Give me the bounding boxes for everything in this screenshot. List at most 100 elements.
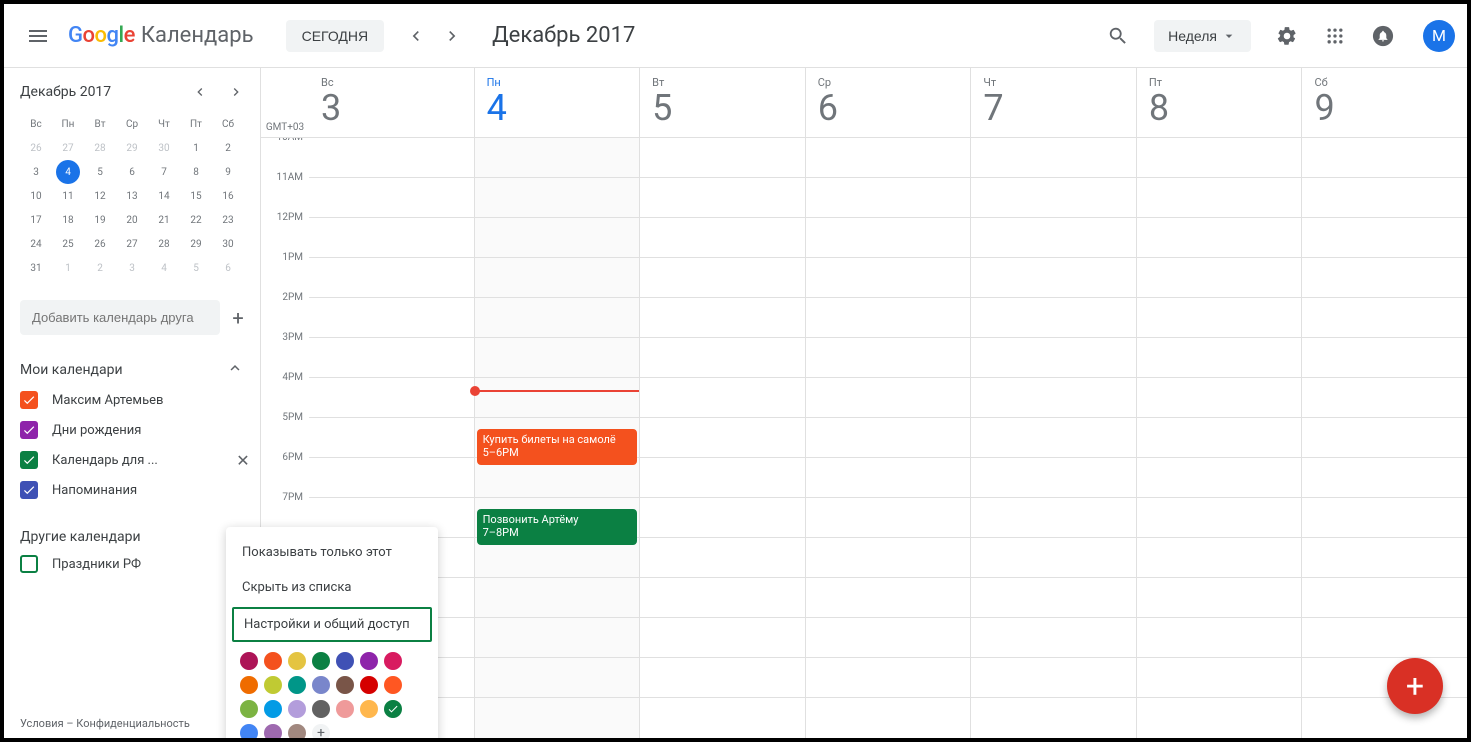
- ctx-settings-sharing[interactable]: Настройки и общий доступ: [232, 607, 432, 642]
- mini-day[interactable]: 26: [84, 232, 116, 256]
- menu-button[interactable]: [16, 14, 60, 58]
- calendar-item[interactable]: Праздники РФ: [20, 549, 252, 579]
- mini-day[interactable]: 15: [180, 184, 212, 208]
- color-option[interactable]: [360, 700, 378, 718]
- account-avatar[interactable]: M: [1423, 20, 1455, 52]
- day-header[interactable]: Вс 3: [309, 68, 474, 137]
- event[interactable]: Позвонить Артёму7–8PM: [477, 509, 638, 545]
- mini-day[interactable]: 29: [180, 232, 212, 256]
- color-option[interactable]: [288, 676, 306, 694]
- mini-day[interactable]: 10: [20, 184, 52, 208]
- color-option[interactable]: [288, 724, 306, 738]
- color-option[interactable]: [384, 652, 402, 670]
- today-button[interactable]: СЕГОДНЯ: [286, 20, 385, 52]
- day-header[interactable]: Ср 6: [805, 68, 971, 137]
- mini-day[interactable]: 19: [84, 208, 116, 232]
- mini-day[interactable]: 22: [180, 208, 212, 232]
- calendar-checkbox[interactable]: [20, 451, 38, 469]
- day-column[interactable]: [970, 138, 1136, 738]
- day-header[interactable]: Пн 4: [474, 68, 640, 137]
- color-option[interactable]: [384, 700, 402, 718]
- day-column[interactable]: [805, 138, 971, 738]
- ctx-show-only[interactable]: Показывать только этот: [226, 535, 438, 570]
- mini-day[interactable]: 3: [20, 160, 52, 184]
- day-header[interactable]: Пт 8: [1136, 68, 1302, 137]
- color-option[interactable]: [264, 676, 282, 694]
- mini-day[interactable]: 4: [56, 160, 80, 184]
- day-header[interactable]: Сб 9: [1301, 68, 1467, 137]
- view-selector[interactable]: Неделя: [1154, 20, 1251, 52]
- mini-day[interactable]: 28: [148, 232, 180, 256]
- mini-day[interactable]: 7: [148, 160, 180, 184]
- calendar-checkbox[interactable]: [20, 421, 38, 439]
- other-calendars-header[interactable]: Другие календари: [20, 525, 252, 549]
- mini-day[interactable]: 21: [148, 208, 180, 232]
- close-icon[interactable]: ✕: [234, 451, 252, 469]
- calendar-item[interactable]: Максим Артемьев: [20, 385, 252, 415]
- mini-day[interactable]: 11: [52, 184, 84, 208]
- mini-day[interactable]: 30: [148, 136, 180, 160]
- notifications-button[interactable]: [1363, 16, 1403, 56]
- next-week-button[interactable]: [436, 20, 468, 52]
- calendar-item[interactable]: Дни рождения: [20, 415, 252, 445]
- mini-day[interactable]: 12: [84, 184, 116, 208]
- mini-day[interactable]: 9: [212, 160, 244, 184]
- mini-prev-button[interactable]: [188, 80, 212, 104]
- footer-links[interactable]: Условия – Конфиденциальность: [20, 709, 252, 738]
- color-option[interactable]: [336, 700, 354, 718]
- color-option[interactable]: [360, 676, 378, 694]
- calendar-item[interactable]: Календарь для ... ✕: [20, 445, 252, 475]
- mini-day[interactable]: 17: [20, 208, 52, 232]
- settings-button[interactable]: [1267, 16, 1307, 56]
- color-option[interactable]: [336, 652, 354, 670]
- mini-day[interactable]: 5: [180, 256, 212, 280]
- add-calendar-button[interactable]: +: [224, 302, 252, 334]
- color-option[interactable]: [240, 676, 258, 694]
- add-color-button[interactable]: +: [312, 724, 330, 738]
- mini-day[interactable]: 27: [116, 232, 148, 256]
- logo[interactable]: Google Календарь: [68, 23, 254, 48]
- mini-day[interactable]: 31: [20, 256, 52, 280]
- color-option[interactable]: [336, 676, 354, 694]
- calendar-checkbox[interactable]: [20, 481, 38, 499]
- create-event-fab[interactable]: +: [1387, 658, 1443, 714]
- color-option[interactable]: [288, 700, 306, 718]
- color-option[interactable]: [264, 652, 282, 670]
- mini-day[interactable]: 6: [116, 160, 148, 184]
- day-header[interactable]: Вт 5: [639, 68, 805, 137]
- search-button[interactable]: [1098, 16, 1138, 56]
- add-friend-calendar-input[interactable]: [20, 300, 220, 335]
- my-calendars-header[interactable]: Мои календари: [20, 355, 252, 385]
- mini-day[interactable]: 5: [84, 160, 116, 184]
- mini-day[interactable]: 28: [84, 136, 116, 160]
- day-column[interactable]: [639, 138, 805, 738]
- mini-day[interactable]: 16: [212, 184, 244, 208]
- mini-next-button[interactable]: [224, 80, 248, 104]
- calendar-checkbox[interactable]: [20, 555, 38, 573]
- color-option[interactable]: [240, 700, 258, 718]
- color-option[interactable]: [264, 724, 282, 738]
- mini-day[interactable]: 30: [212, 232, 244, 256]
- day-column[interactable]: Купить билеты на самолё5–6PMПозвонить Ар…: [474, 138, 640, 738]
- mini-day[interactable]: 26: [20, 136, 52, 160]
- ctx-hide[interactable]: Скрыть из списка: [226, 570, 438, 605]
- calendar-checkbox[interactable]: [20, 391, 38, 409]
- mini-day[interactable]: 1: [52, 256, 84, 280]
- color-option[interactable]: [384, 676, 402, 694]
- color-option[interactable]: [312, 652, 330, 670]
- mini-day[interactable]: 24: [20, 232, 52, 256]
- mini-day[interactable]: 27: [52, 136, 84, 160]
- color-option[interactable]: [240, 652, 258, 670]
- color-option[interactable]: [240, 724, 258, 738]
- color-option[interactable]: [360, 652, 378, 670]
- mini-day[interactable]: 6: [212, 256, 244, 280]
- mini-day[interactable]: 2: [212, 136, 244, 160]
- mini-day[interactable]: 29: [116, 136, 148, 160]
- mini-day[interactable]: 1: [180, 136, 212, 160]
- color-option[interactable]: [264, 700, 282, 718]
- prev-week-button[interactable]: [400, 20, 432, 52]
- mini-day[interactable]: 3: [116, 256, 148, 280]
- mini-day[interactable]: 13: [116, 184, 148, 208]
- mini-day[interactable]: 20: [116, 208, 148, 232]
- day-header[interactable]: Чт 7: [970, 68, 1136, 137]
